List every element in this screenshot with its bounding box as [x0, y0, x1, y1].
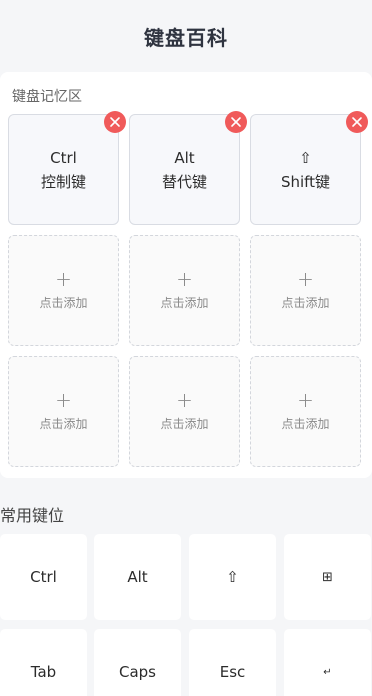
add-label: 点击添加: [160, 295, 209, 310]
common-key-esc[interactable]: Esc: [189, 629, 276, 696]
memory-slot-alt[interactable]: Alt 替代键: [129, 111, 247, 225]
app-header: 键盘百科: [0, 0, 372, 72]
plus-icon: +: [176, 266, 193, 291]
common-keys-title: 常用键位: [0, 506, 65, 525]
plus-icon: +: [55, 266, 72, 291]
remove-icon[interactable]: [104, 111, 126, 133]
memory-key-desc: 控制键: [40, 172, 86, 191]
common-key-tab[interactable]: Tab: [0, 629, 87, 696]
plus-icon: +: [55, 387, 72, 412]
memory-section-title: 键盘记忆区: [12, 89, 82, 105]
memory-grid: Ctrl 控制键 Alt 替代键 ⇧ Shift键 + 点击添加 + 点击添加 …: [8, 111, 368, 468]
memory-slot-ctrl[interactable]: Ctrl 控制键: [8, 111, 126, 225]
plus-icon: +: [297, 387, 314, 412]
common-key-alt[interactable]: Alt: [94, 534, 181, 620]
memory-slot-shift[interactable]: ⇧ Shift键: [250, 111, 368, 225]
add-slot[interactable]: + 点击添加: [250, 356, 361, 467]
add-slot[interactable]: + 点击添加: [8, 356, 119, 467]
add-label: 点击添加: [281, 295, 330, 310]
app-root: 键盘百科 键盘记忆区 Ctrl 控制键 Alt 替代键 ⇧ Shift键 + 点…: [0, 0, 372, 696]
add-label: 点击添加: [160, 416, 209, 431]
common-key-enter[interactable]: ↵: [284, 629, 371, 696]
add-slot[interactable]: + 点击添加: [129, 356, 240, 467]
add-slot[interactable]: + 点击添加: [8, 235, 119, 346]
common-key-ctrl[interactable]: Ctrl: [0, 534, 87, 620]
page-title: 键盘百科: [144, 25, 228, 50]
common-key-caps[interactable]: Caps: [94, 629, 181, 696]
add-label: 点击添加: [281, 416, 330, 431]
memory-card: 键盘记忆区 Ctrl 控制键 Alt 替代键 ⇧ Shift键 + 点击添加 +…: [0, 72, 372, 478]
common-key-shift[interactable]: ⇧: [189, 534, 276, 620]
common-key-win[interactable]: ⊞: [284, 534, 371, 620]
remove-icon[interactable]: [346, 111, 368, 133]
memory-key-name: ⇧: [299, 148, 312, 167]
memory-key-desc: 替代键: [161, 172, 207, 191]
plus-icon: +: [176, 387, 193, 412]
add-label: 点击添加: [39, 416, 88, 431]
add-slot[interactable]: + 点击添加: [250, 235, 361, 346]
add-label: 点击添加: [39, 295, 88, 310]
memory-key-desc: Shift键: [280, 172, 331, 191]
common-keys-grid: Ctrl Alt ⇧ ⊞ Tab Caps Esc ↵: [0, 534, 372, 696]
memory-key-name: Alt: [174, 148, 195, 167]
memory-key-name: Ctrl: [50, 148, 77, 167]
add-slot[interactable]: + 点击添加: [129, 235, 240, 346]
plus-icon: +: [297, 266, 314, 291]
remove-icon[interactable]: [225, 111, 247, 133]
